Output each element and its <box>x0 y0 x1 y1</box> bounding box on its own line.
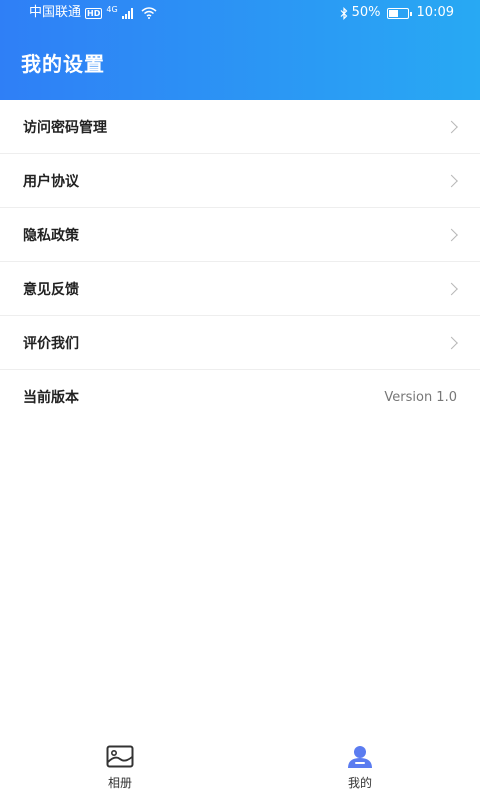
photo-album-icon <box>106 745 134 768</box>
setting-label: 用户协议 <box>23 173 79 190</box>
battery-percent: 50% <box>351 5 381 20</box>
chevron-right-icon <box>445 282 458 295</box>
header: 中国联通 HD 4G 50% 10:09 我的设置 <box>0 0 480 100</box>
setting-label: 隐私政策 <box>23 227 79 244</box>
chevron-right-icon <box>445 228 458 241</box>
chevron-right-icon <box>445 336 458 349</box>
setting-label: 当前版本 <box>23 390 79 406</box>
battery-icon <box>386 7 412 19</box>
setting-label: 意见反馈 <box>23 281 79 298</box>
setting-privacy-policy[interactable]: 隐私政策 <box>0 208 480 262</box>
bluetooth-icon <box>340 6 347 20</box>
tab-album[interactable]: 相册 <box>80 744 160 791</box>
clock: 10:09 <box>416 5 454 20</box>
setting-current-version: 当前版本 Version 1.0 <box>0 370 480 424</box>
setting-access-password[interactable]: 访问密码管理 <box>0 100 480 154</box>
setting-label: 访问密码管理 <box>23 119 107 136</box>
carrier-name: 中国联通 <box>29 5 82 20</box>
status-left: 中国联通 HD 4G <box>29 0 157 26</box>
user-profile-icon <box>348 746 372 768</box>
setting-rate-us[interactable]: 评价我们 <box>0 316 480 370</box>
signal-icon <box>121 7 133 19</box>
tab-label: 我的 <box>347 776 372 790</box>
version-value: Version 1.0 <box>384 389 457 405</box>
setting-label: 评价我们 <box>23 335 79 352</box>
status-right: 50% 10:09 <box>340 0 454 26</box>
chevron-right-icon <box>445 174 458 187</box>
settings-screen: 中国联通 HD 4G 50% 10:09 我的设置 访问密码管理 用户协议 隐私… <box>0 0 480 800</box>
tab-label: 相册 <box>107 776 132 790</box>
bottom-tab-bar: 相册 我的 <box>0 736 480 800</box>
battery-fill <box>388 9 398 17</box>
wifi-icon <box>141 7 157 19</box>
setting-feedback[interactable]: 意见反馈 <box>0 262 480 316</box>
tab-mine[interactable]: 我的 <box>320 744 400 791</box>
chevron-right-icon <box>445 120 458 133</box>
hd-badge: HD <box>85 7 103 19</box>
page-title: 我的设置 <box>21 52 105 76</box>
settings-list: 访问密码管理 用户协议 隐私政策 意见反馈 评价我们 当前版本 Version … <box>0 100 480 424</box>
status-bar: 中国联通 HD 4G 50% 10:09 <box>0 0 480 26</box>
network-type: 4G <box>106 5 118 14</box>
setting-user-agreement[interactable]: 用户协议 <box>0 154 480 208</box>
